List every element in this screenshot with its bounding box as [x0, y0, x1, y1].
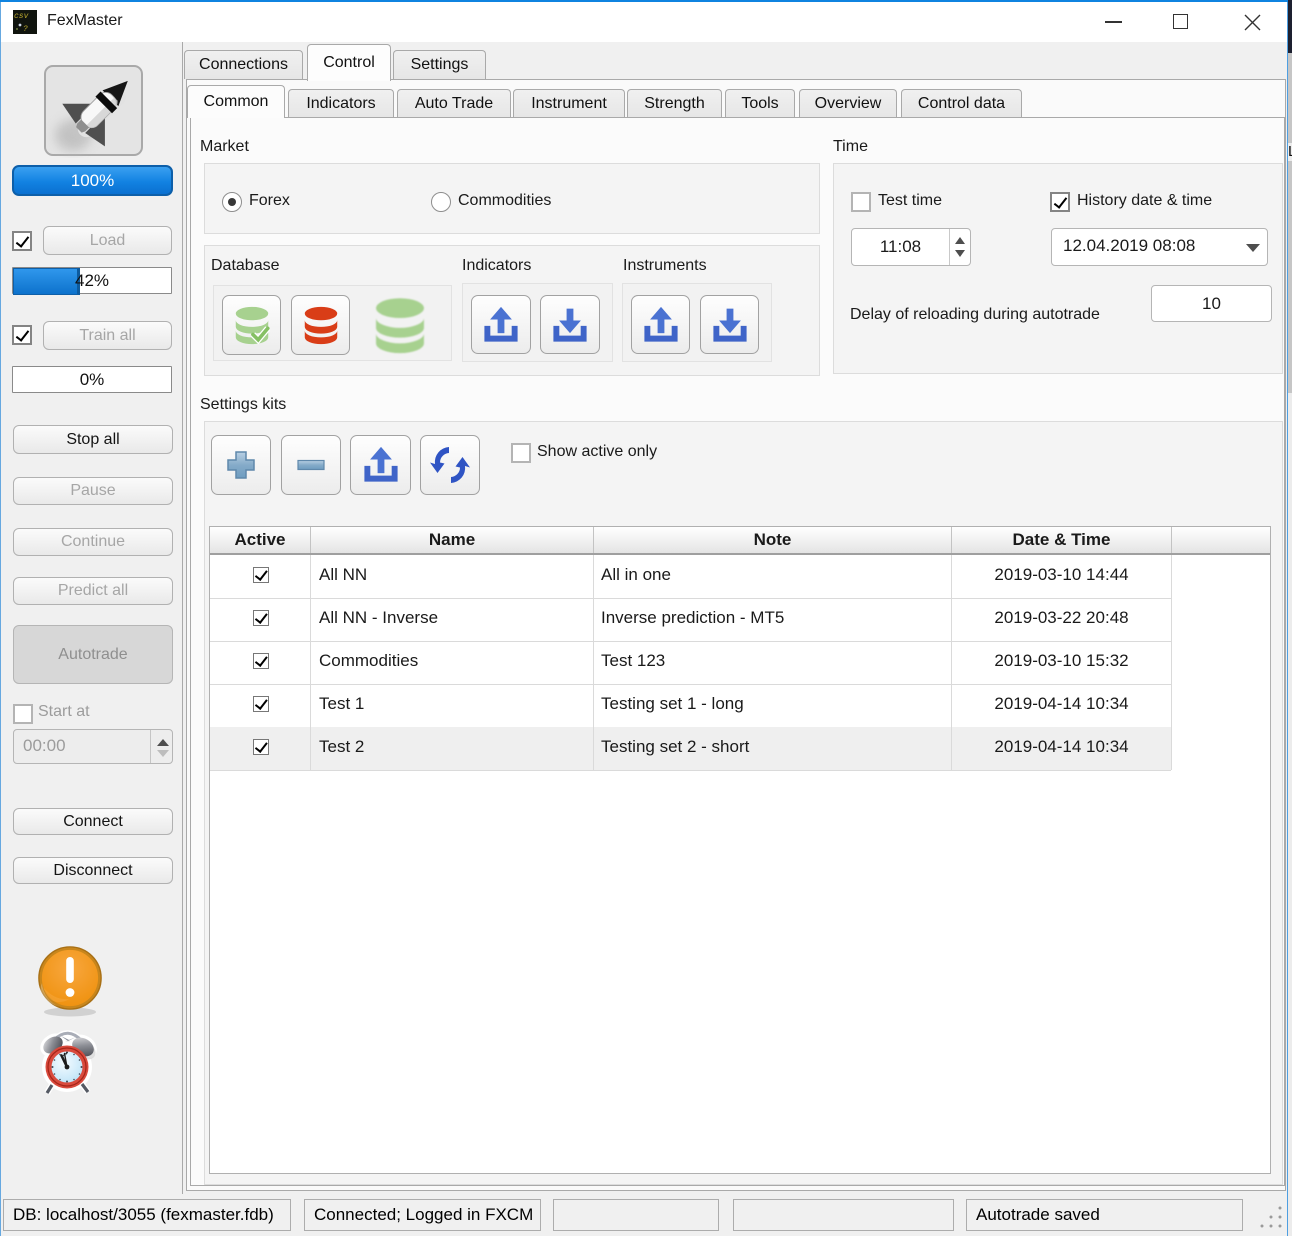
- svg-text:?: ?: [23, 25, 28, 34]
- svg-text:csv: csv: [14, 12, 29, 21]
